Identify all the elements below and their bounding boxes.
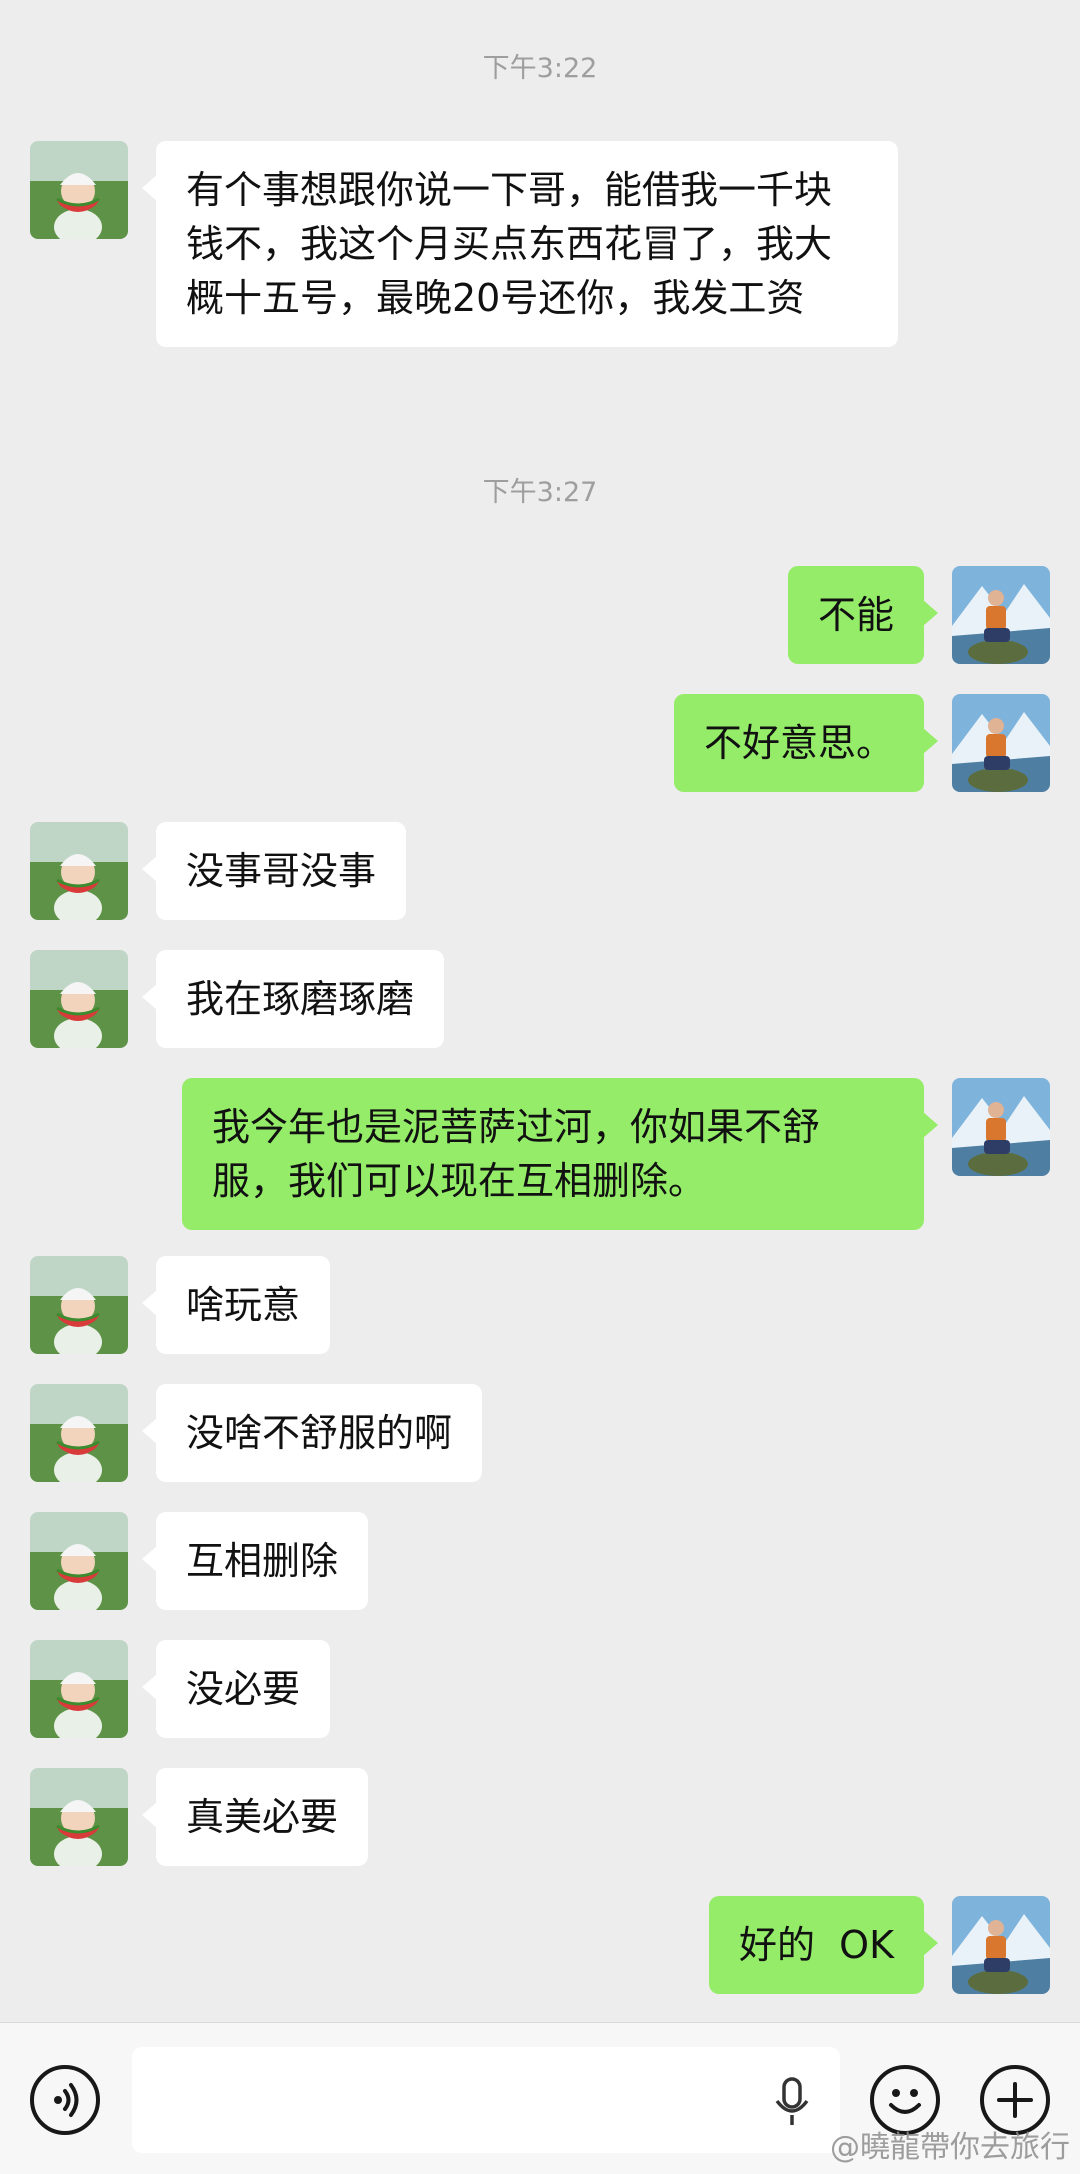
message-bubble-friend[interactable]: 有个事想跟你说一下哥，能借我一千块钱不，我这个月买点东西花冒了，我大概十五号，最… bbox=[142, 141, 898, 347]
friend-avatar[interactable] bbox=[30, 822, 128, 920]
message-bubble-me[interactable]: 不能 bbox=[787, 566, 939, 664]
message-input[interactable] bbox=[132, 2047, 840, 2153]
message-bubble-friend[interactable]: 啥玩意 bbox=[141, 1256, 331, 1354]
child-eating-watermelon-avatar bbox=[30, 1512, 128, 1610]
child-eating-watermelon-avatar bbox=[30, 1640, 128, 1738]
message-bubble-friend[interactable]: 真美必要 bbox=[141, 1768, 369, 1866]
friend-avatar[interactable] bbox=[30, 1384, 128, 1482]
friend-avatar[interactable] bbox=[30, 1256, 128, 1354]
friend-avatar[interactable] bbox=[30, 1640, 128, 1738]
my-avatar[interactable] bbox=[952, 694, 1050, 792]
man-sitting-by-mountain-lake-avatar bbox=[952, 1896, 1050, 1994]
my-avatar[interactable] bbox=[952, 1078, 1050, 1176]
my-avatar[interactable] bbox=[952, 1896, 1050, 1994]
man-sitting-by-mountain-lake-avatar bbox=[952, 1078, 1050, 1176]
timestamp: 下午3:27 bbox=[482, 477, 598, 508]
message-bubble-me[interactable]: 我今年也是泥菩萨过河，你如果不舒服，我们可以现在互相删除。 bbox=[182, 1078, 938, 1230]
message-bubble-friend[interactable]: 没事哥没事 bbox=[141, 822, 407, 920]
message-bubble-friend[interactable]: 我在琢磨琢磨 bbox=[141, 950, 445, 1048]
friend-avatar[interactable] bbox=[30, 141, 128, 239]
voice-waves-icon bbox=[54, 2083, 79, 2117]
man-sitting-by-mountain-lake-avatar bbox=[952, 566, 1050, 664]
message-bubble-me[interactable]: 好的 OK bbox=[709, 1896, 938, 1994]
friend-avatar[interactable] bbox=[30, 1512, 128, 1610]
message-bubble-friend[interactable]: 互相删除 bbox=[141, 1512, 369, 1610]
chat-area[interactable]: 下午3:22 有个事想跟你说一下哥，能借我一千块钱不，我这个月买点东西花冒了，我… bbox=[0, 0, 1080, 2022]
microphone-icon[interactable] bbox=[772, 2077, 812, 2127]
input-bar: @曉龍帶你去旅行 bbox=[0, 2022, 1080, 2174]
man-sitting-by-mountain-lake-avatar bbox=[952, 694, 1050, 792]
watermark: @曉龍帶你去旅行 bbox=[830, 2130, 1070, 2165]
friend-avatar[interactable] bbox=[30, 950, 128, 1048]
message-bubble-friend[interactable]: 没必要 bbox=[141, 1640, 331, 1738]
timestamp: 下午3:22 bbox=[482, 53, 598, 84]
child-eating-watermelon-avatar bbox=[30, 1768, 128, 1866]
voice-mode-icon[interactable] bbox=[30, 2065, 100, 2135]
message-bubble-me[interactable]: 不好意思。 bbox=[673, 694, 939, 792]
child-eating-watermelon-avatar bbox=[30, 1256, 128, 1354]
child-eating-watermelon-avatar bbox=[30, 1384, 128, 1482]
message-bubble-friend[interactable]: 没啥不舒服的啊 bbox=[141, 1384, 483, 1482]
friend-avatar[interactable] bbox=[30, 1768, 128, 1866]
child-eating-watermelon-avatar bbox=[30, 822, 128, 920]
child-eating-watermelon-avatar bbox=[30, 141, 128, 239]
child-eating-watermelon-avatar bbox=[30, 950, 128, 1048]
my-avatar[interactable] bbox=[952, 566, 1050, 664]
